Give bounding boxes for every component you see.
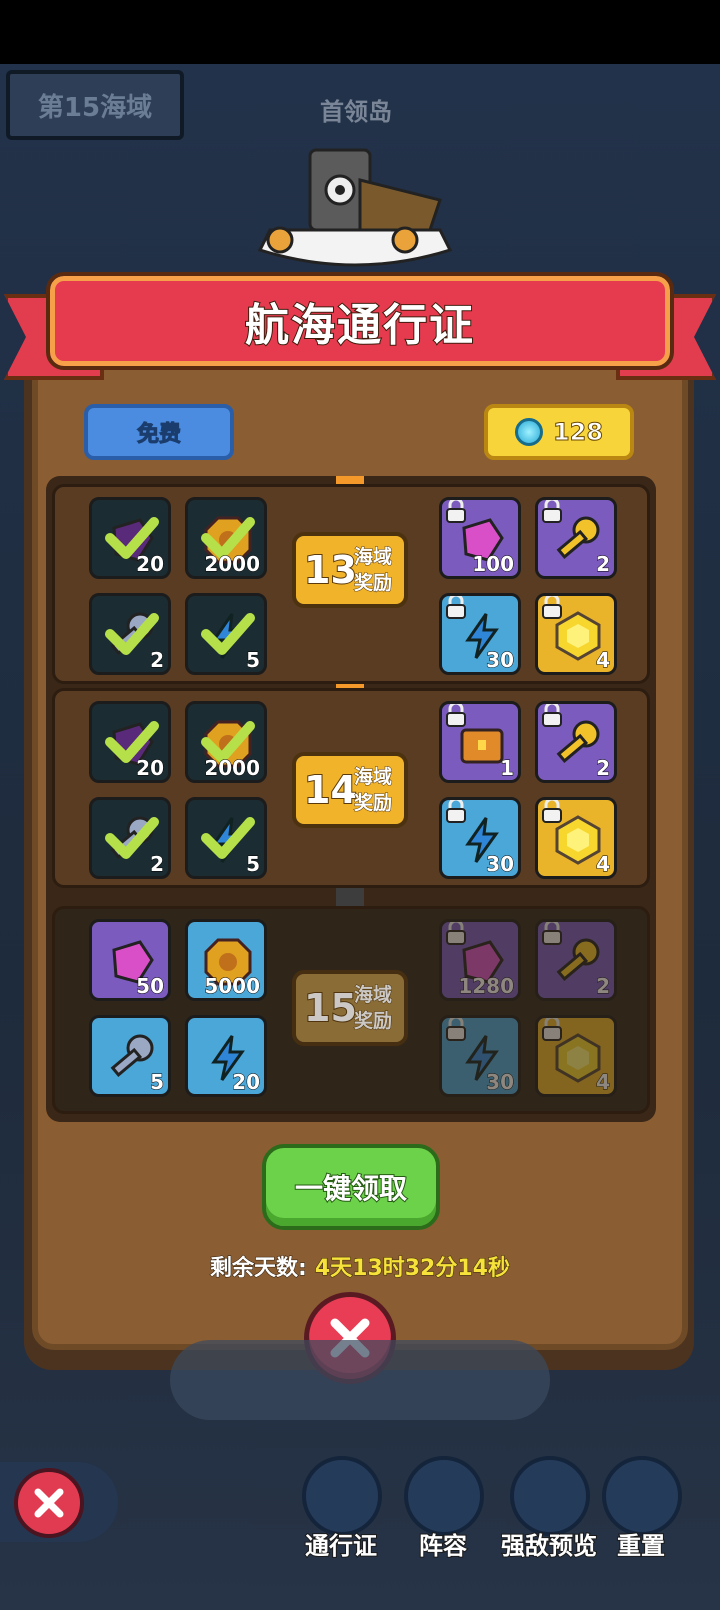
level-badge: 15 海域 奖励 [292, 970, 408, 1046]
free-reward-tile[interactable]: 5000 [185, 919, 267, 1001]
paid-reward-tile[interactable]: 4 [535, 797, 617, 879]
pass-book-icon [302, 1456, 382, 1536]
lock-icon [446, 704, 466, 727]
paid-reward-tile[interactable]: 30 [439, 797, 521, 879]
reward-count: 5 [246, 648, 261, 673]
free-reward-tile[interactable]: 20 [185, 1015, 267, 1097]
paid-reward-tile[interactable]: 4 [535, 593, 617, 675]
lock-icon [542, 500, 562, 523]
level-number: 15 [303, 985, 358, 1031]
nav-reset-button[interactable]: 重置 [596, 1456, 686, 1606]
free-reward-tile[interactable]: 50 [89, 919, 171, 1001]
free-reward-tile[interactable]: 20 [89, 701, 171, 783]
reward-count: 5 [150, 1070, 165, 1095]
reward-count: 4 [596, 648, 611, 673]
lock-icon [446, 922, 466, 945]
zone-tag: 第15海域 [6, 70, 184, 140]
refresh-icon [602, 1456, 682, 1536]
lock-icon [542, 1018, 562, 1041]
paid-reward-tile[interactable]: 30 [439, 1015, 521, 1097]
reward-count: 30 [486, 648, 515, 673]
reward-count: 30 [486, 852, 515, 877]
reward-count: 100 [472, 552, 515, 577]
level-badge: 14 海域 奖励 [292, 752, 408, 828]
reward-count: 4 [596, 852, 611, 877]
free-track-tag: 免费 [84, 404, 234, 460]
lock-icon [446, 596, 466, 619]
claim-all-button[interactable]: 一键领取 [262, 1144, 440, 1230]
reward-count: 1 [500, 756, 515, 781]
lock-icon [542, 922, 562, 945]
level-number: 14 [303, 767, 358, 813]
status-bar [0, 0, 720, 64]
reward-count: 30 [486, 1070, 515, 1095]
reward-count: 2 [596, 756, 611, 781]
reward-count: 2 [596, 974, 611, 999]
remaining-time: 剩余天数: 4天13时32分14秒 [0, 1250, 720, 1282]
gem-count: 128 [552, 418, 604, 447]
reward-count: 2 [150, 852, 165, 877]
reward-count: 20 [232, 1070, 261, 1095]
lock-icon [542, 800, 562, 823]
reward-list[interactable]: 20 2000 2 5 100 2 30 4 20 2000 2 5 1 2 30 4 50 5000 5 20 128… [46, 476, 656, 1122]
pirate-avatar-icon [404, 1456, 484, 1536]
lock-icon [542, 704, 562, 727]
reward-count: 4 [596, 1070, 611, 1095]
reward-count: 20 [136, 756, 165, 781]
title-ribbon: 航海通行证 [46, 272, 674, 370]
free-reward-tile[interactable]: 2000 [185, 497, 267, 579]
paid-reward-tile[interactable]: 30 [439, 593, 521, 675]
free-reward-tile[interactable]: 5 [89, 1015, 171, 1097]
gem-price-button[interactable]: 128 [484, 404, 634, 460]
free-reward-tile[interactable]: 20 [89, 497, 171, 579]
free-reward-tile[interactable]: 5 [185, 593, 267, 675]
close-icon [34, 1488, 64, 1518]
level-label: 海域 奖励 [353, 546, 393, 595]
paid-reward-tile[interactable]: 100 [439, 497, 521, 579]
lock-icon [446, 800, 466, 823]
reward-count: 2 [150, 648, 165, 673]
free-reward-tile[interactable]: 2000 [185, 701, 267, 783]
page-title: 航海通行证 [244, 299, 475, 352]
remaining-value: 4天13时32分14秒 [314, 1256, 510, 1282]
side-panel [0, 1462, 118, 1542]
level-number: 13 [303, 547, 358, 593]
paid-reward-tile[interactable]: 2 [535, 497, 617, 579]
reward-count: 2 [596, 552, 611, 577]
level-label: 海域 奖励 [353, 984, 393, 1033]
reward-count: 5000 [204, 974, 261, 999]
lock-icon [446, 500, 466, 523]
map-island [170, 1340, 550, 1420]
reward-count: 50 [136, 974, 165, 999]
level-label: 海域 奖励 [353, 766, 393, 815]
reward-count: 20 [136, 552, 165, 577]
free-reward-tile[interactable]: 5 [185, 797, 267, 879]
pirate-ship-icon [257, 148, 453, 267]
reward-count: 2000 [204, 756, 261, 781]
lock-icon [446, 1018, 466, 1041]
diamond-icon [514, 418, 543, 446]
nav-lineup-button[interactable]: 阵容 [398, 1456, 488, 1606]
nav-enemy-preview-button[interactable]: 强敌预览 [500, 1456, 598, 1606]
lock-icon [542, 596, 562, 619]
level-badge: 13 海域 奖励 [292, 532, 408, 608]
paid-reward-tile[interactable]: 1280 [439, 919, 521, 1001]
paid-reward-tile[interactable]: 1 [439, 701, 521, 783]
reward-count: 1280 [458, 974, 515, 999]
reward-count: 2000 [204, 552, 261, 577]
remaining-label: 剩余天数: [210, 1256, 308, 1282]
nav-pass-button[interactable]: 通行证 [296, 1456, 386, 1606]
magnifier-icon [510, 1456, 590, 1536]
paid-reward-tile[interactable]: 4 [535, 1015, 617, 1097]
free-reward-tile[interactable]: 2 [89, 797, 171, 879]
paid-reward-tile[interactable]: 2 [535, 919, 617, 1001]
free-reward-tile[interactable]: 2 [89, 593, 171, 675]
reward-count: 5 [246, 852, 261, 877]
paid-reward-tile[interactable]: 2 [535, 701, 617, 783]
island-label: 首领岛 [320, 98, 392, 126]
side-close-button[interactable] [14, 1468, 84, 1538]
